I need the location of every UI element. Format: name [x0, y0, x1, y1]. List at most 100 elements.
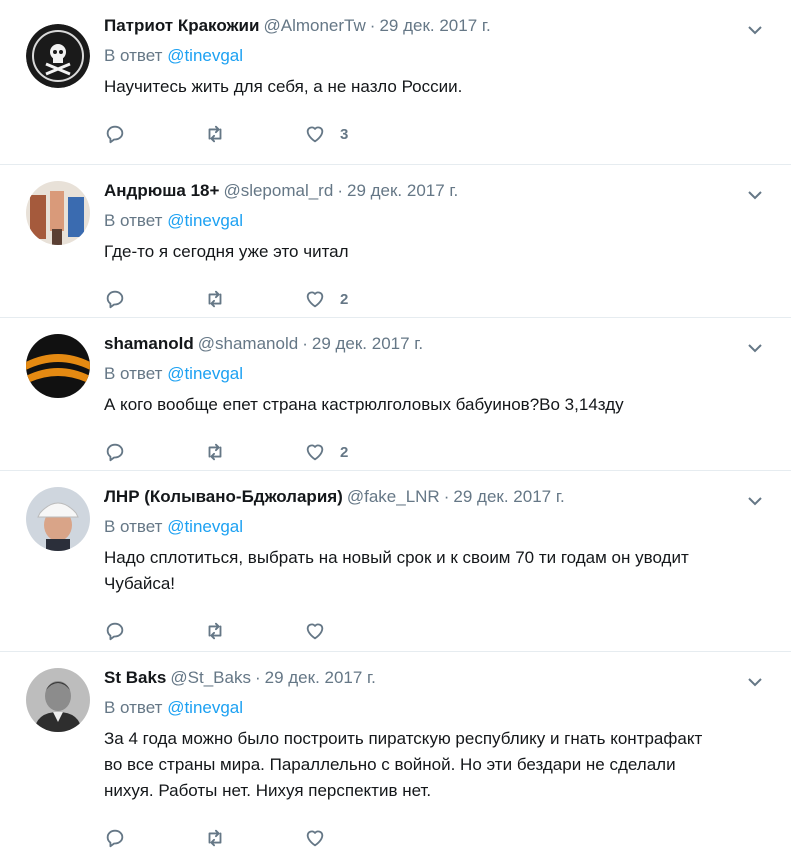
tweet: St Baks @St_Baks · 29 дек. 2017 г. В ответ … — [0, 652, 791, 849]
avatar[interactable] — [26, 668, 90, 732]
separator-dot: · — [337, 181, 343, 200]
separator-dot: · — [302, 334, 308, 353]
retweet-icon — [208, 290, 222, 308]
ribbon-icon — [26, 334, 90, 398]
reply-feed: Патриот Кракожии @AlmonerTw · 29 дек. 2017 … — [0, 0, 791, 849]
tweet-actions — [104, 814, 771, 849]
author-name[interactable]: Патриот Кракожии — [104, 16, 259, 35]
reply-button[interactable] — [104, 619, 204, 643]
tweet: Андрюша 18+ @slepomal_rd · 29 дек. 2017 г. … — [0, 165, 791, 318]
like-button[interactable]: 2 — [304, 440, 404, 464]
tweet-date[interactable]: 29 дек. 2017 г. — [379, 16, 490, 35]
reply-context: В ответ @tinevgal — [104, 696, 771, 720]
avatar[interactable] — [26, 487, 90, 551]
separator-dot: · — [443, 487, 450, 506]
heart-icon — [306, 623, 324, 640]
reply-mention-link[interactable]: @tinevgal — [167, 46, 243, 65]
tweet-actions — [104, 607, 771, 655]
chevron-down-icon[interactable] — [745, 20, 765, 40]
reply-context: В ответ @tinevgal — [104, 44, 771, 68]
like-button[interactable] — [304, 619, 404, 643]
retweet-button[interactable] — [204, 440, 304, 464]
author-handle[interactable]: @AlmonerTw — [263, 16, 365, 35]
tweet-text: А кого вообще епет страна кастрюлголовых… — [104, 395, 624, 414]
like-button[interactable]: 2 — [304, 287, 404, 311]
author-name[interactable]: St Baks — [104, 668, 166, 687]
heart-icon — [306, 444, 324, 461]
retweet-icon — [208, 622, 222, 640]
like-count: 2 — [340, 290, 349, 308]
author-handle[interactable]: @St_Baks — [170, 668, 251, 687]
avatar[interactable] — [26, 24, 90, 88]
retweet-icon — [208, 125, 222, 143]
reply-context: В ответ @tinevgal — [104, 362, 771, 386]
tweet: shamanold @shamanold · 29 дек. 2017 г. В от… — [0, 318, 791, 471]
reply-button[interactable] — [104, 287, 204, 311]
avatar[interactable] — [26, 334, 90, 398]
heart-icon — [306, 126, 324, 143]
tweet-date[interactable]: 29 дек. 2017 г. — [312, 334, 423, 353]
author-handle[interactable]: @fake_LNR — [347, 487, 440, 506]
like-count: 3 — [340, 125, 349, 143]
tweet-actions: 2 — [104, 275, 771, 323]
retweet-icon — [208, 829, 222, 847]
tweet-header: shamanold @shamanold · 29 дек. 2017 г. — [104, 332, 771, 356]
retweet-icon — [208, 443, 222, 461]
like-button[interactable] — [304, 826, 404, 849]
reply-mention-link[interactable]: @tinevgal — [167, 517, 243, 536]
reply-button[interactable] — [104, 122, 204, 146]
skull-flag-icon — [26, 24, 90, 88]
tweet-date[interactable]: 29 дек. 2017 г. — [265, 668, 376, 687]
tweet-actions: 3 — [104, 110, 771, 158]
like-button[interactable]: 3 — [304, 122, 404, 146]
tweet-header: St Baks @St_Baks · 29 дек. 2017 г. — [104, 666, 771, 690]
retweet-button[interactable] — [204, 826, 304, 849]
reply-prefix: В ответ — [104, 698, 163, 717]
reply-context: В ответ @tinevgal — [104, 515, 771, 539]
reply-prefix: В ответ — [104, 517, 163, 536]
tweet-header: ЛНР (Колывано-Бджолария) @fake_LNR · 29 дек… — [104, 485, 771, 509]
tweet-header: Андрюша 18+ @slepomal_rd · 29 дек. 2017 г. — [104, 179, 771, 203]
tweet-text: Где-то я сегодня уже это читал — [104, 242, 349, 261]
chevron-down-icon[interactable] — [745, 185, 765, 205]
tweet-header: Патриот Кракожии @AlmonerTw · 29 дек. 2017 … — [104, 14, 771, 38]
chevron-down-icon[interactable] — [745, 672, 765, 692]
chevron-down-icon[interactable] — [745, 338, 765, 358]
reply-icon — [106, 290, 124, 309]
reply-mention-link[interactable]: @tinevgal — [167, 211, 243, 230]
avatar[interactable] — [26, 181, 90, 245]
separator-dot: · — [254, 668, 261, 687]
reply-mention-link[interactable]: @tinevgal — [167, 364, 243, 383]
tweet-text: За 4 года можно было построить пиратскую… — [104, 729, 703, 800]
author-handle[interactable]: @slepomal_rd — [223, 181, 333, 200]
separator-dot: · — [369, 16, 376, 35]
reply-icon — [106, 125, 124, 144]
author-name[interactable]: Андрюша 18+ — [104, 181, 219, 200]
tweet-date[interactable]: 29 дек. 2017 г. — [347, 181, 458, 200]
tweet-text: Научитесь жить для себя, а не назло Росс… — [104, 77, 463, 96]
author-name[interactable]: shamanold — [104, 334, 194, 353]
retweet-button[interactable] — [204, 287, 304, 311]
retweet-button[interactable] — [204, 122, 304, 146]
reply-icon — [106, 622, 124, 641]
reply-context: В ответ @tinevgal — [104, 209, 771, 233]
tweet-text: Надо сплотиться, выбрать на новый срок и… — [104, 548, 689, 593]
tweet-date[interactable]: 29 дек. 2017 г. — [453, 487, 564, 506]
author-name[interactable]: ЛНР (Колывано-Бджолария) — [104, 487, 343, 506]
reply-prefix: В ответ — [104, 46, 163, 65]
hardhat-person-icon — [26, 487, 90, 551]
tweet-actions: 2 — [104, 428, 771, 476]
retweet-button[interactable] — [204, 619, 304, 643]
author-handle[interactable]: @shamanold — [198, 334, 298, 353]
reply-prefix: В ответ — [104, 364, 163, 383]
chevron-down-icon[interactable] — [745, 491, 765, 511]
reply-icon — [106, 829, 124, 848]
reply-button[interactable] — [104, 826, 204, 849]
tweet: Патриот Кракожии @AlmonerTw · 29 дек. 2017 … — [0, 0, 791, 165]
like-count: 2 — [340, 443, 349, 461]
reply-button[interactable] — [104, 440, 204, 464]
reply-prefix: В ответ — [104, 211, 163, 230]
reply-mention-link[interactable]: @tinevgal — [167, 698, 243, 717]
reply-icon — [106, 443, 124, 462]
photo-icon — [26, 181, 90, 245]
